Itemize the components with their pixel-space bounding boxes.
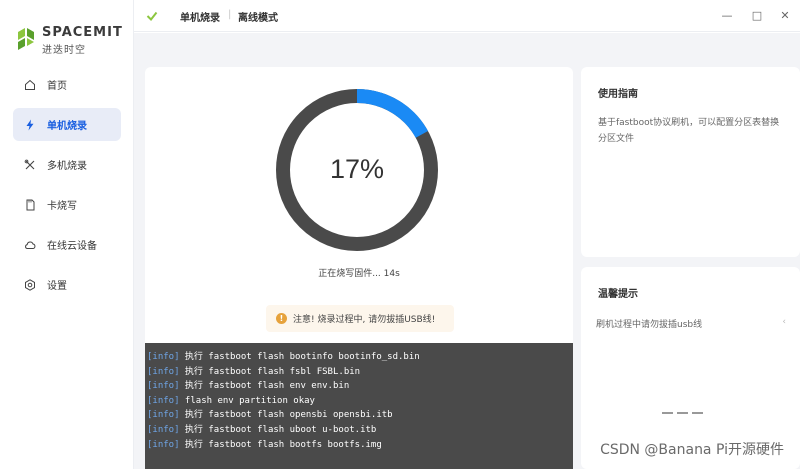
- log-line: [info] 执行 fastboot flash opensbi opensbi…: [147, 410, 393, 421]
- sidebar-item-label: 多机烧录: [47, 161, 87, 172]
- brand-name: SPACEMIT: [42, 25, 123, 40]
- maximize-button[interactable]: □: [749, 7, 765, 23]
- indicator-dash[interactable]: [662, 412, 673, 414]
- sidebar-nav: 首页 单机烧录 多机烧录 卡烧写 在线云设备 设置: [13, 68, 121, 308]
- tips-item[interactable]: 刷机过程中请勿拔插usb线 ‹: [596, 317, 786, 330]
- log-line: [info] 执行 fastboot flash bootfs bootfs.i…: [147, 439, 382, 450]
- flash-status-text: 正在烧写固件... 14s: [318, 269, 400, 279]
- log-line: [info] flash env partition okay: [147, 395, 315, 406]
- app-check-icon: [146, 11, 158, 22]
- spacemit-logo-icon: [18, 28, 34, 50]
- usage-guide-card: 使用指南 基于fastboot协议刷机，可以配置分区表替换分区文件: [581, 67, 800, 257]
- page-title: 单机烧录: [180, 13, 220, 24]
- log-line: [info] 执行 fastboot flash bootinfo bootin…: [147, 352, 420, 362]
- sidebar: SPACEMIT 进迭时空 首页 单机烧录 多机烧录 卡烧写 在线云设备 设置: [0, 0, 134, 469]
- tips-text: 刷机过程中请勿拔插usb线: [596, 320, 703, 330]
- lightning-icon: [24, 119, 36, 131]
- sidebar-item-settings[interactable]: 设置: [13, 268, 121, 301]
- chevron-left-icon: ‹: [782, 317, 786, 327]
- sidebar-item-label: 设置: [47, 281, 67, 292]
- tips-title: 温馨提示: [598, 289, 638, 300]
- sidebar-item-card-write[interactable]: 卡烧写: [13, 188, 121, 221]
- close-button[interactable]: ✕: [777, 7, 793, 23]
- guide-body: 基于fastboot协议刷机，可以配置分区表替换分区文件: [598, 118, 780, 144]
- log-line: [info] 执行 fastboot flash env env.bin: [147, 381, 350, 392]
- brand-logo: SPACEMIT 进迭时空: [14, 22, 124, 56]
- indicator-dash[interactable]: [692, 412, 703, 414]
- sd-card-icon: [24, 199, 36, 211]
- mode-label: 离线模式: [238, 13, 278, 24]
- warning-icon: !: [276, 313, 287, 324]
- sidebar-item-single-flash[interactable]: 单机烧录: [13, 108, 121, 141]
- home-icon: [24, 79, 36, 91]
- sidebar-item-label: 单机烧录: [47, 121, 87, 132]
- sidebar-item-multi-flash[interactable]: 多机烧录: [13, 148, 121, 181]
- log-line: [info] 执行 fastboot flash uboot u-boot.it…: [147, 424, 377, 435]
- sidebar-item-label: 卡烧写: [47, 201, 77, 212]
- minimize-button[interactable]: —: [719, 7, 735, 23]
- warning-text: 注意! 烧录过程中, 请勿拔插USB线!: [293, 315, 436, 325]
- content-area: 17% 正在烧写固件... 14s ! 注意! 烧录过程中, 请勿拔插USB线!…: [134, 33, 800, 469]
- log-line: [info] 执行 fastboot flash fsbl FSBL.bin: [147, 366, 361, 377]
- brand-subtitle: 进迭时空: [42, 45, 86, 56]
- title-bar: 单机烧录 | 离线模式 — □ ✕: [134, 0, 800, 32]
- title-separator: |: [228, 9, 232, 20]
- sidebar-item-label: 首页: [47, 81, 67, 92]
- settings-icon: [24, 278, 36, 291]
- sidebar-item-label: 在线云设备: [47, 241, 97, 252]
- guide-title: 使用指南: [598, 89, 638, 100]
- cloud-icon: [24, 239, 36, 251]
- watermark: CSDN @Banana Pi开源硬件: [600, 442, 784, 458]
- carousel-indicator: [662, 412, 703, 414]
- usb-warning: ! 注意! 烧录过程中, 请勿拔插USB线!: [266, 305, 454, 332]
- indicator-dash[interactable]: [677, 412, 688, 414]
- log-console[interactable]: [info] 执行 fastboot flash bootinfo bootin…: [145, 343, 573, 469]
- flash-progress-card: 17% 正在烧写固件... 14s ! 注意! 烧录过程中, 请勿拔插USB线!…: [145, 67, 573, 469]
- progress-percent: 17%: [329, 154, 385, 184]
- tools-icon: [24, 159, 36, 171]
- sidebar-item-home[interactable]: 首页: [13, 68, 121, 101]
- sidebar-item-cloud-devices[interactable]: 在线云设备: [13, 228, 121, 261]
